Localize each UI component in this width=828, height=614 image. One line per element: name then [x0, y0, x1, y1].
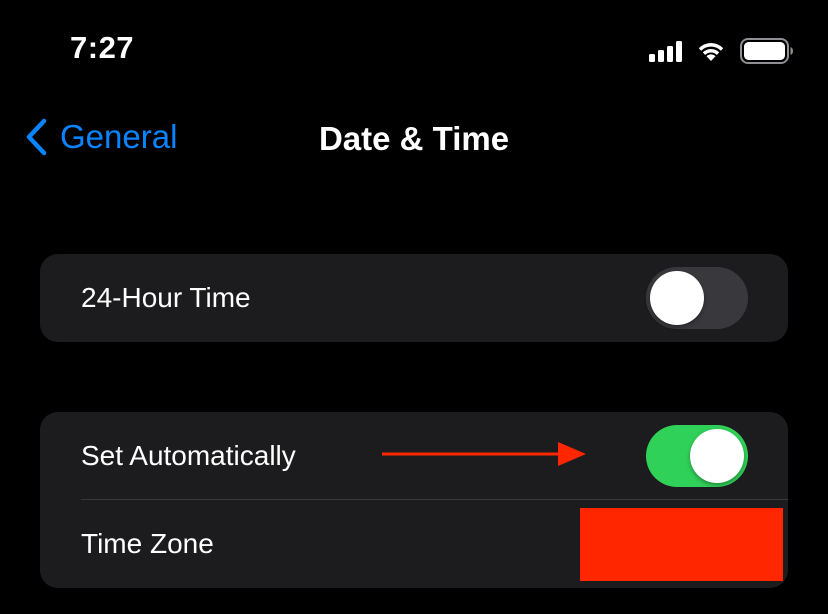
settings-group-time-format: 24-Hour Time	[40, 254, 788, 342]
page-title: Date & Time	[318, 120, 510, 157]
wifi-icon	[696, 40, 726, 62]
annotation-arrow-icon	[382, 442, 586, 466]
toggle-24-hour-time[interactable]	[646, 267, 748, 329]
toggle-knob	[690, 429, 744, 483]
date-time-settings-screen: 7:27 General Date & Time 24-Hour Time Se…	[0, 0, 828, 614]
row-label-set-automatically: Set Automatically	[81, 440, 296, 471]
row-label-24-hour-time: 24-Hour Time	[81, 282, 251, 313]
redaction-box	[580, 508, 783, 581]
status-icons	[649, 38, 794, 64]
status-time: 7:27	[70, 30, 135, 65]
toggle-set-automatically[interactable]	[646, 425, 748, 487]
row-24-hour-time: 24-Hour Time	[40, 254, 788, 342]
battery-icon	[740, 38, 794, 64]
toggle-knob	[650, 271, 704, 325]
row-label-time-zone: Time Zone	[81, 528, 214, 559]
cellular-signal-icon	[649, 40, 682, 62]
